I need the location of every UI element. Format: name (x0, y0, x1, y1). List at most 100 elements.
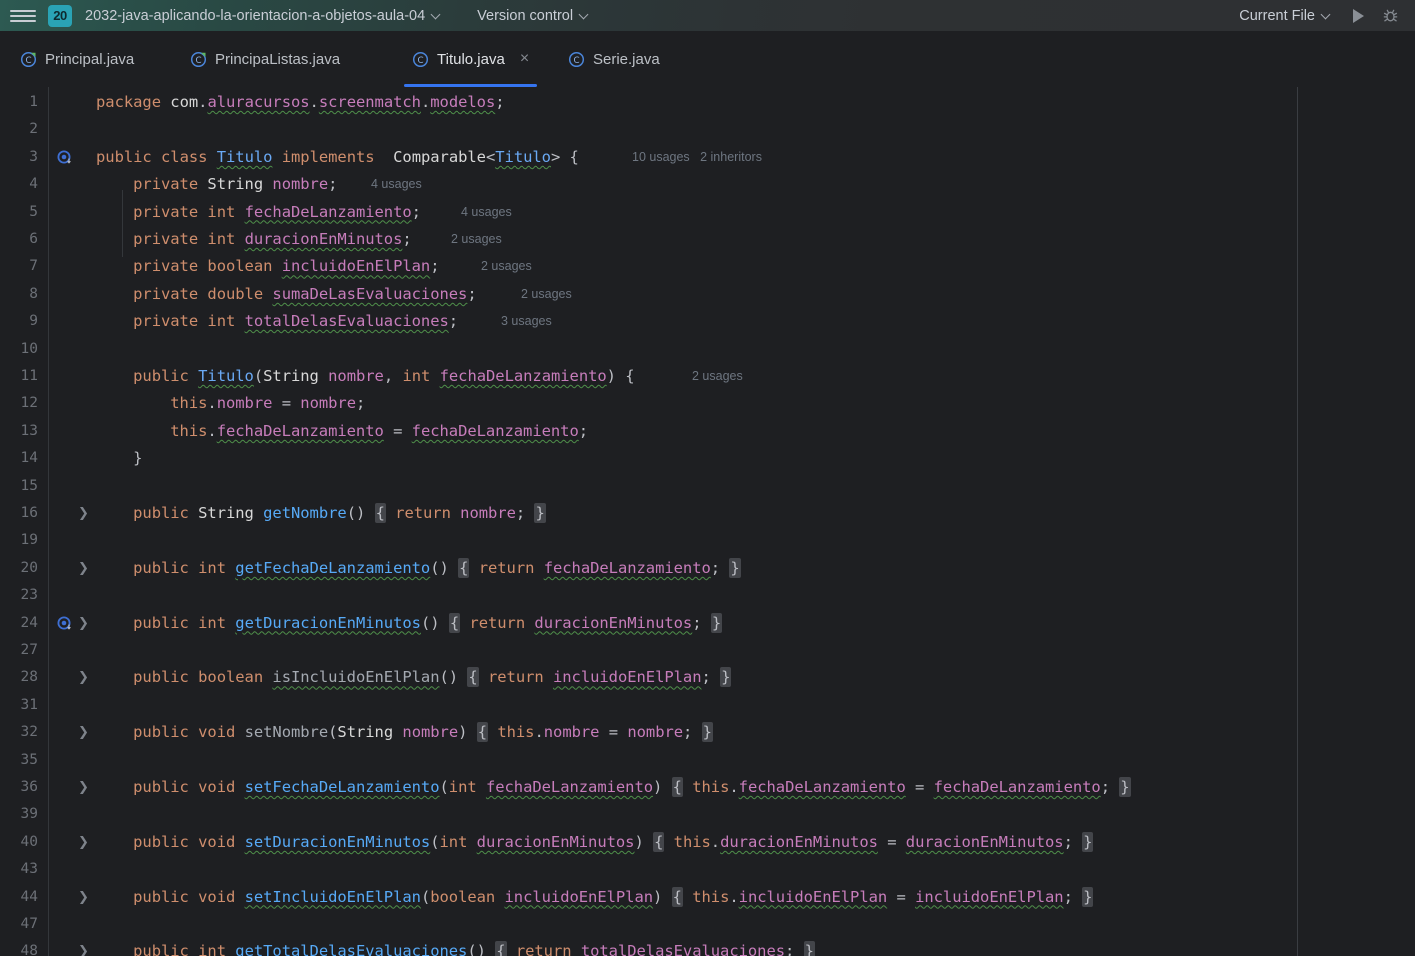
line-number: 8 (29, 285, 38, 302)
code-line[interactable]: 2 (0, 116, 1415, 143)
code-line[interactable]: 6 private int duracionEnMinutos; 2 usages (0, 226, 1415, 253)
line-number: 5 (29, 203, 38, 220)
run-configuration-label: Current File (1239, 7, 1315, 24)
line-number: 32 (20, 724, 38, 741)
implemented-method-icon[interactable] (57, 616, 73, 632)
code-line[interactable]: 7 private boolean incluidoEnElPlan; 2 usa… (0, 253, 1415, 280)
code-text: } (133, 449, 143, 468)
line-number: 40 (20, 833, 38, 850)
line-number: 7 (29, 258, 38, 275)
code-line[interactable]: 27 (0, 637, 1415, 664)
run-icon[interactable] (1353, 8, 1364, 23)
line-number: 4 (29, 176, 38, 193)
svg-text:C: C (417, 56, 423, 66)
code-editor[interactable]: 1 package com.aluracursos.screenmatch.mod… (0, 87, 1415, 956)
code-text: private double sumaDeLasEvaluaciones; (133, 284, 477, 303)
editor-tab-principal[interactable]: C Principal.java (0, 31, 154, 87)
inlay-usage-hint[interactable]: 3 usages (501, 308, 552, 335)
java-class-icon: C (412, 51, 429, 68)
code-line[interactable]: 31 (0, 692, 1415, 719)
code-line[interactable]: 13 this.fechaDeLanzamiento = fechaDeLanz… (0, 418, 1415, 445)
code-line[interactable]: 1 package com.aluracursos.screenmatch.mod… (0, 89, 1415, 116)
line-number: 11 (20, 368, 38, 384)
chevron-right-icon[interactable]: ❯ (78, 664, 92, 691)
code-line[interactable]: 19 (0, 527, 1415, 554)
inlay-usage-hint[interactable]: 4 usages (371, 171, 422, 198)
line-number: 20 (20, 559, 38, 576)
line-number: 48 (20, 943, 38, 956)
code-line[interactable]: 15 (0, 473, 1415, 500)
line-number: 3 (29, 148, 38, 165)
line-number: 6 (29, 231, 38, 247)
code-text: private boolean incluidoEnElPlan; (133, 257, 440, 276)
code-text: private int fechaDeLanzamiento; (133, 202, 421, 221)
line-number: 12 (20, 395, 38, 412)
inlay-usage-hint[interactable]: 2 usages (692, 363, 743, 390)
code-line[interactable]: 16 ❯ public String getNombre() { return n… (0, 500, 1415, 527)
inlay-usage-hint[interactable]: 10 usages 2 inheritors (632, 144, 762, 171)
project-badge: 20 (48, 4, 72, 27)
code-line[interactable]: 8 private double sumaDeLasEvaluaciones; 2… (0, 281, 1415, 308)
code-line[interactable]: 24 ❯ public int getDuracionEnMinutos() { … (0, 610, 1415, 637)
editor-tab-titulo[interactable]: C Titulo.java × (392, 31, 549, 87)
code-text: public void setDuracionEnMinutos(int dur… (133, 831, 1094, 852)
code-line[interactable]: 32 ❯ public void setNombre(String nombre)… (0, 719, 1415, 746)
code-line[interactable]: 10 (0, 336, 1415, 363)
code-line[interactable]: 9 private int totalDelasEvaluaciones; 3 u… (0, 308, 1415, 335)
code-line[interactable]: 28 ❯ public boolean isIncluidoEnElPlan() … (0, 664, 1415, 691)
chevron-right-icon[interactable]: ❯ (78, 829, 92, 856)
code-text: package com.aluracursos.screenmatch.mode… (96, 93, 505, 111)
code-line[interactable]: 47 (0, 911, 1415, 938)
code-line[interactable]: 4 private String nombre; 4 usages (0, 171, 1415, 198)
inlay-usage-hint[interactable]: 2 usages (451, 226, 502, 253)
chevron-right-icon[interactable]: ❯ (78, 719, 92, 746)
code-text: this.nombre = nombre; (170, 394, 366, 413)
code-text: public class Titulo implements Comparabl… (96, 147, 579, 166)
code-line[interactable]: 44 ❯ public void setIncluidoEnElPlan(bool… (0, 884, 1415, 911)
code-line[interactable]: 12 this.nombre = nombre; (0, 390, 1415, 417)
line-number: 9 (29, 313, 38, 330)
code-line[interactable]: 35 (0, 747, 1415, 774)
chevron-right-icon[interactable]: ❯ (78, 610, 92, 637)
code-line[interactable]: 14 } (0, 445, 1415, 472)
chevron-right-icon[interactable]: ❯ (78, 555, 92, 582)
code-line[interactable]: 43 (0, 856, 1415, 883)
editor-tab-label: PrincipaListas.java (215, 50, 341, 68)
line-number: 19 (20, 532, 38, 549)
code-line[interactable]: 5 private int fechaDeLanzamiento; 4 usage… (0, 199, 1415, 226)
chevron-right-icon[interactable]: ❯ (78, 938, 92, 956)
project-name-dropdown[interactable]: 2032-java-aplicando-la-orientacion-a-obj… (81, 6, 445, 26)
code-line[interactable]: 23 (0, 582, 1415, 609)
code-text: public String getNombre() { return nombr… (133, 503, 546, 523)
editor-tab-bar: C Principal.java C PrincipaListas.java C Titu… (0, 31, 1415, 87)
code-line[interactable]: 48 ❯ public int getTotalDelasEvaluaciones… (0, 938, 1415, 956)
version-control-dropdown[interactable]: Version control (473, 6, 593, 26)
code-line[interactable]: 36 ❯ public void setFechaDeLanzamiento(in… (0, 774, 1415, 801)
implemented-method-icon[interactable] (57, 150, 73, 166)
code-line[interactable]: 40 ❯ public void setDuracionEnMinutos(int… (0, 829, 1415, 856)
main-menu-icon[interactable] (10, 7, 36, 25)
chevron-right-icon[interactable]: ❯ (78, 884, 92, 911)
project-name-label: 2032-java-aplicando-la-orientacion-a-obj… (85, 7, 426, 24)
version-control-label: Version control (477, 7, 574, 24)
inlay-usage-hint[interactable]: 4 usages (461, 199, 512, 226)
line-number: 15 (20, 477, 38, 494)
chevron-right-icon[interactable]: ❯ (78, 774, 92, 801)
inlay-usage-hint[interactable]: 2 usages (481, 253, 532, 280)
code-line[interactable]: 39 (0, 801, 1415, 828)
debug-icon[interactable] (1382, 7, 1399, 24)
line-number: 28 (20, 669, 38, 686)
chevron-right-icon[interactable]: ❯ (78, 500, 92, 527)
code-line[interactable]: 20 ❯ public int getFechaDeLanzamiento() {… (0, 555, 1415, 582)
run-toolbar: Current File (1235, 6, 1415, 26)
inlay-usage-hint[interactable]: 2 usages (521, 281, 572, 308)
code-text: public void setFechaDeLanzamiento(int fe… (133, 777, 1131, 797)
svg-text:C: C (573, 56, 579, 66)
editor-tab-principalistas[interactable]: C PrincipaListas.java (170, 31, 360, 87)
code-line[interactable]: 11 public Titulo(String nombre, int fech… (0, 363, 1415, 390)
code-line[interactable]: 3 public class Titulo implements Comparab… (0, 144, 1415, 171)
close-tab-icon[interactable]: × (520, 51, 529, 67)
editor-tab-serie[interactable]: C Serie.java (548, 31, 680, 87)
code-text: private int totalDelasEvaluaciones; (133, 312, 459, 331)
run-configuration-selector[interactable]: Current File (1235, 6, 1335, 26)
